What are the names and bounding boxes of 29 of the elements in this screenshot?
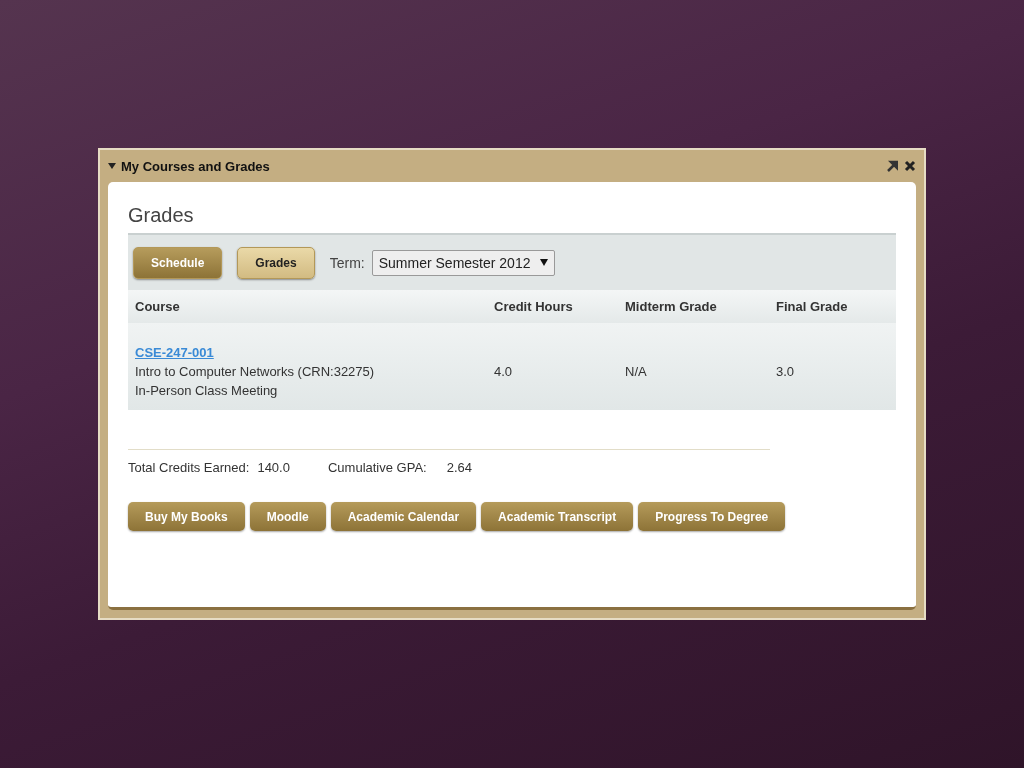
total-label: Cumulative GPA: xyxy=(327,460,427,475)
link-button[interactable]: Academic Transcript xyxy=(481,502,634,531)
term-label: Term: xyxy=(329,254,365,271)
course-title: Intro to Computer Networks (CRN:32275) xyxy=(135,364,376,379)
view-button[interactable]: Schedule xyxy=(133,246,223,279)
link-button[interactable]: Academic Calendar xyxy=(330,502,477,531)
close-icon[interactable] xyxy=(904,160,916,172)
term-dropdown[interactable]: Summer Semester 2012 xyxy=(371,249,556,276)
total-value: 140.0 xyxy=(257,460,290,475)
table-cell-text: 4.0 xyxy=(494,364,514,379)
total-value: 2.64 xyxy=(446,460,472,475)
collapse-triangle-icon[interactable] xyxy=(108,163,116,169)
column-header: Credit Hours xyxy=(494,299,574,314)
link-button[interactable]: Moodle xyxy=(249,502,326,531)
maximize-arrow-icon[interactable] xyxy=(886,160,898,172)
portlet-title: My Courses and Grades xyxy=(121,158,270,174)
view-button[interactable]: Grades xyxy=(237,246,315,279)
table-cell-text: 3.0 xyxy=(776,364,796,379)
total-label: Total Credits Earned: xyxy=(128,460,250,475)
table-cell-text: N/A xyxy=(625,364,648,379)
meeting-type: In-Person Class Meeting xyxy=(135,383,279,398)
dropdown-caret-icon xyxy=(540,259,549,266)
column-header: Midterm Grade xyxy=(625,299,718,314)
column-header: Final Grade xyxy=(776,299,849,314)
link-button[interactable]: Buy My Books xyxy=(128,502,245,531)
column-header: Course xyxy=(135,299,181,314)
link-button[interactable]: Progress To Degree xyxy=(638,502,786,531)
page-heading: Grades xyxy=(128,204,195,227)
course-link[interactable]: CSE-247-001 xyxy=(135,345,214,360)
